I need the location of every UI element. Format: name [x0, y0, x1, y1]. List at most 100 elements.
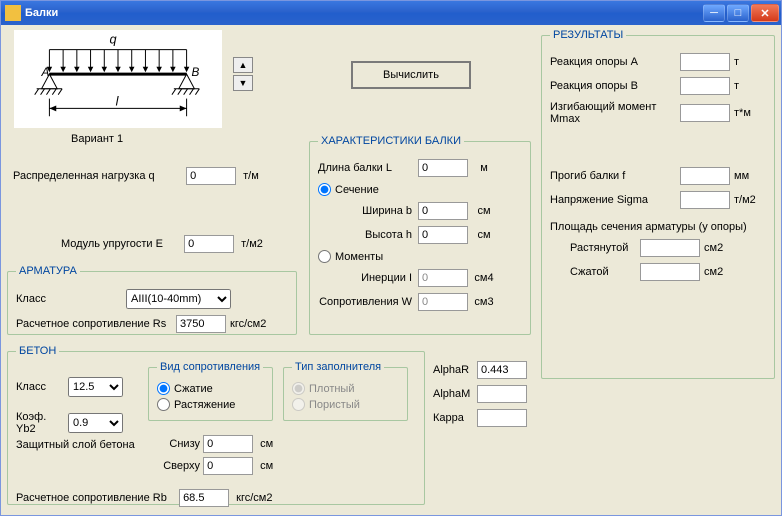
kappa-label: Карра — [433, 412, 477, 424]
Rb-unit: кгс/см2 — [236, 492, 272, 504]
cover-top-input[interactable] — [203, 457, 253, 475]
dist-load-row: Распределенная нагрузка q т/м — [13, 167, 303, 185]
sigma-label: Напряжение Sigma — [550, 194, 680, 206]
W-label: Сопротивления W — [318, 296, 418, 308]
Mmax-unit: т*м — [734, 107, 751, 119]
I-label: Инерции I — [338, 272, 418, 284]
app-icon — [5, 5, 21, 21]
titlebar: Балки ─ □ ✕ — [1, 1, 781, 25]
f-unit: мм — [734, 170, 749, 182]
minimize-button[interactable]: ─ — [703, 4, 725, 22]
concrete-legend: БЕТОН — [16, 345, 59, 357]
W-input — [418, 293, 468, 311]
compute-button[interactable]: Вычислить — [351, 61, 471, 89]
b-label: Ширина b — [348, 205, 418, 217]
close-button[interactable]: ✕ — [751, 4, 779, 22]
modE-input[interactable] — [184, 235, 234, 253]
h-label: Высота h — [348, 229, 418, 241]
As-compress-label: Сжатой — [570, 266, 640, 278]
modE-unit: т/м2 — [241, 238, 263, 250]
spinner-down[interactable]: ▼ — [233, 75, 253, 91]
dist-load-unit: т/м — [243, 170, 259, 182]
W-unit: см3 — [472, 296, 496, 308]
cover-top-label: Сверху — [158, 460, 200, 472]
cover-top-unit: см — [260, 460, 273, 472]
b-input[interactable] — [418, 202, 468, 220]
RB-label: Реакция опоры B — [550, 80, 680, 92]
spinner-up[interactable]: ▲ — [233, 57, 253, 73]
concrete-class-select[interactable]: 12.5 — [68, 377, 123, 397]
L-unit: м — [472, 162, 496, 174]
results-group: РЕЗУЛЬТАТЫ Реакция опоры A т Реакция опо… — [541, 29, 775, 379]
h-input[interactable] — [418, 226, 468, 244]
RB-output — [680, 77, 730, 95]
L-label: Длина балки L — [318, 162, 418, 174]
resist-type-legend: Вид сопротивления — [157, 361, 263, 373]
I-input — [418, 269, 468, 287]
rebar-Rs-input[interactable] — [176, 315, 226, 333]
modE-label: Модуль упругости E — [61, 238, 181, 250]
rebar-class-label: Класс — [16, 293, 126, 305]
f-output — [680, 167, 730, 185]
RA-label: Реакция опоры A — [550, 56, 680, 68]
maximize-button[interactable]: □ — [727, 4, 749, 22]
sigma-output — [680, 191, 730, 209]
resist-tension-radio[interactable]: Растяжение — [157, 398, 264, 411]
beam-group: ХАРАКТЕРИСТИКИ БАЛКИ Длина балки L м Сеч… — [309, 135, 531, 335]
Rb-input[interactable] — [179, 489, 229, 507]
I-unit: см4 — [472, 272, 496, 284]
alphaR-label: AlphaR — [433, 364, 477, 376]
Rb-label: Расчетное сопротивление Rb — [16, 492, 176, 504]
b-unit: см — [472, 205, 496, 217]
h-unit: см — [472, 229, 496, 241]
concrete-yb2-select[interactable]: 0.9 — [68, 413, 123, 433]
rebar-class-select[interactable]: AIII(10-40mm) — [126, 289, 231, 309]
filler-dense-radio: Плотный — [292, 382, 399, 395]
resist-compress-radio[interactable]: Сжатие — [157, 382, 264, 395]
svg-text:q: q — [110, 32, 117, 47]
moments-radio[interactable]: Моменты — [318, 250, 522, 263]
beam-diagram: q A B — [13, 29, 223, 129]
window-title: Балки — [25, 7, 703, 19]
As-compress-output — [640, 263, 700, 281]
filler-porous-radio: Пористый — [292, 398, 399, 411]
section-radio[interactable]: Сечение — [318, 183, 522, 196]
rebar-group: АРМАТУРА Класс AIII(10-40mm) Расчетное с… — [7, 265, 297, 335]
RA-output — [680, 53, 730, 71]
cover-bottom-unit: см — [260, 438, 273, 450]
cover-label: Защитный слой бетона — [16, 439, 146, 451]
rebar-Rs-label: Расчетное сопротивление Rs — [16, 318, 176, 330]
f-label: Прогиб балки f — [550, 170, 680, 182]
L-input[interactable] — [418, 159, 468, 177]
RA-unit: т — [734, 56, 739, 68]
client-area: q A B — [1, 25, 781, 515]
rebar-Rs-unit: кгс/см2 — [230, 318, 266, 330]
As-tension-label: Растянутой — [570, 242, 640, 254]
rebar-legend: АРМАТУРА — [16, 265, 80, 277]
sigma-unit: т/м2 — [734, 194, 756, 206]
variant-label: Вариант 1 — [71, 133, 123, 145]
concrete-group: БЕТОН Класс 12.5 Коэф. Yb2 0.9 Вид сопро… — [7, 345, 425, 505]
alphaM-label: AlphaM — [433, 388, 477, 400]
kappa-input[interactable] — [477, 409, 527, 427]
modE-row: Модуль упругости E т/м2 — [61, 235, 321, 253]
As-tension-unit: см2 — [704, 242, 723, 254]
concrete-yb2-label: Коэф. Yb2 — [16, 411, 68, 435]
svg-text:B: B — [192, 66, 200, 79]
As-tension-output — [640, 239, 700, 257]
dist-load-label: Распределенная нагрузка q — [13, 170, 183, 182]
results-legend: РЕЗУЛЬТАТЫ — [550, 29, 626, 41]
filler-type-group: Тип заполнителя Плотный Пористый — [283, 361, 408, 421]
alphaM-input[interactable] — [477, 385, 527, 403]
Mmax-label: Изгибающий момент Mmax — [550, 101, 680, 125]
Mmax-output — [680, 104, 730, 122]
concrete-class-label: Класс — [16, 381, 68, 393]
dist-load-input[interactable] — [186, 167, 236, 185]
variant-spinner: ▲ ▼ — [233, 57, 253, 91]
alphaR-input[interactable] — [477, 361, 527, 379]
cover-bottom-input[interactable] — [203, 435, 253, 453]
cover-bottom-label: Снизу — [158, 438, 200, 450]
resist-type-group: Вид сопротивления Сжатие Растяжение — [148, 361, 273, 421]
app-window: Балки ─ □ ✕ q — [0, 0, 782, 516]
As-caption: Площадь сечения арматуры (у опоры) — [550, 221, 747, 233]
